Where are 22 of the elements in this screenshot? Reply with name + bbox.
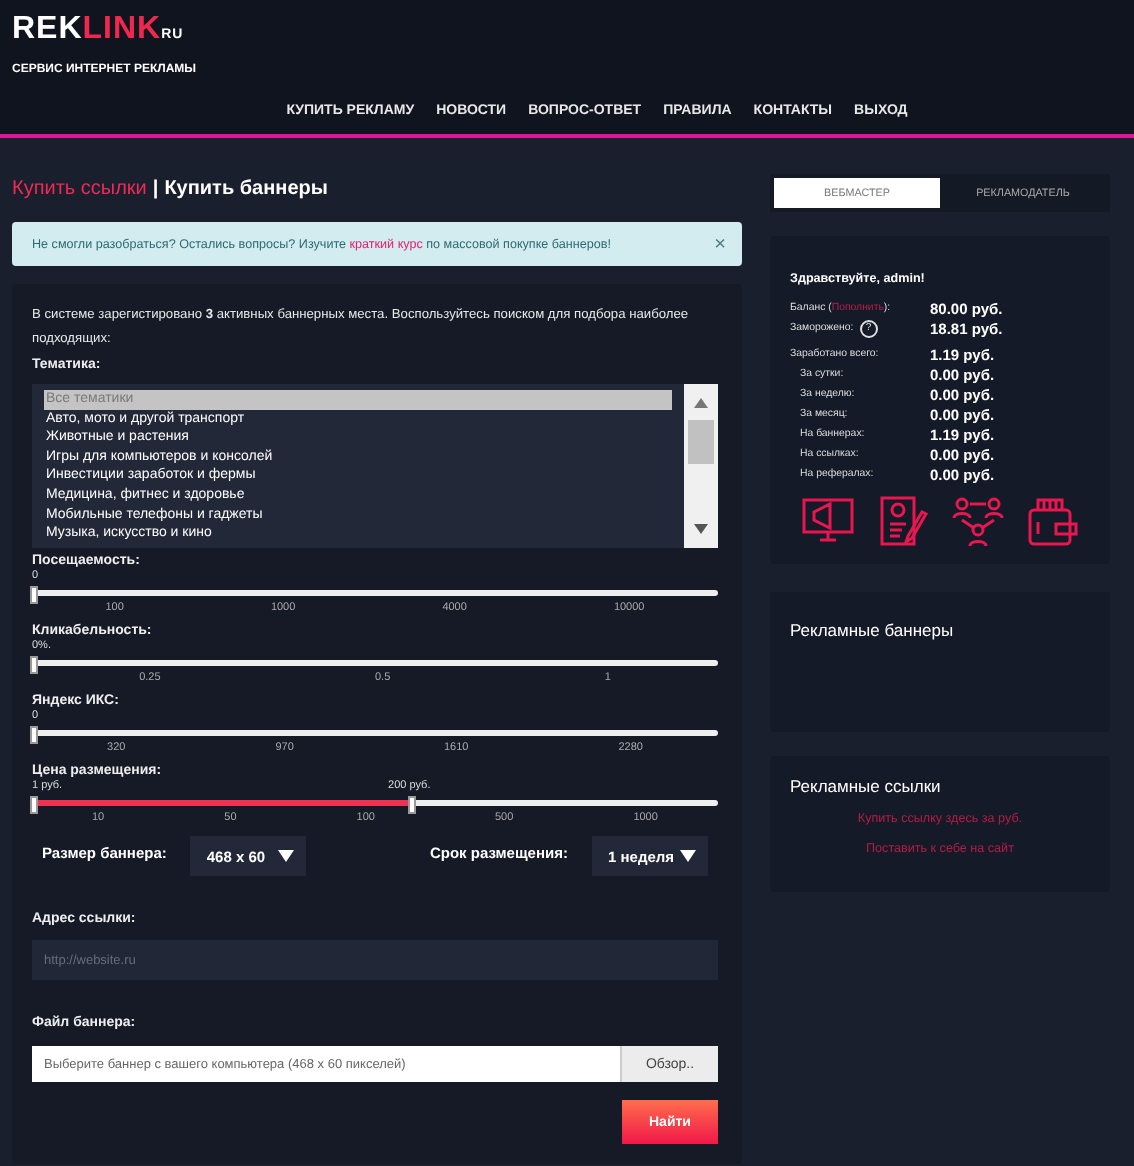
monitor-megaphone-icon[interactable] [801,496,854,548]
slider-handle[interactable] [30,726,38,744]
page-title: Купить баннеры [164,178,328,200]
panel-title: Рекламные баннеры [790,620,956,640]
people-network-icon[interactable] [951,496,1004,548]
title-separator: | [152,178,159,200]
panel-title: Рекламные ссылки [790,776,941,796]
scroll-down-icon[interactable] [694,524,708,534]
slider-handle[interactable] [30,586,38,604]
wallet-icon[interactable] [1026,496,1079,548]
slider-handle[interactable] [30,796,38,814]
caret-icon [680,850,696,862]
buy-links-link[interactable]: Купить ссылки [12,178,147,200]
scrollbar[interactable] [684,384,718,548]
close-button[interactable]: × [714,233,726,255]
slider-handle[interactable] [407,796,416,814]
slider-handle[interactable] [30,656,38,674]
scroll-thumb[interactable] [688,420,714,464]
document-pen-icon[interactable] [876,496,929,548]
scroll-up-icon[interactable] [694,398,708,408]
caret-icon [278,850,295,862]
topic-listbox[interactable] [32,384,718,548]
